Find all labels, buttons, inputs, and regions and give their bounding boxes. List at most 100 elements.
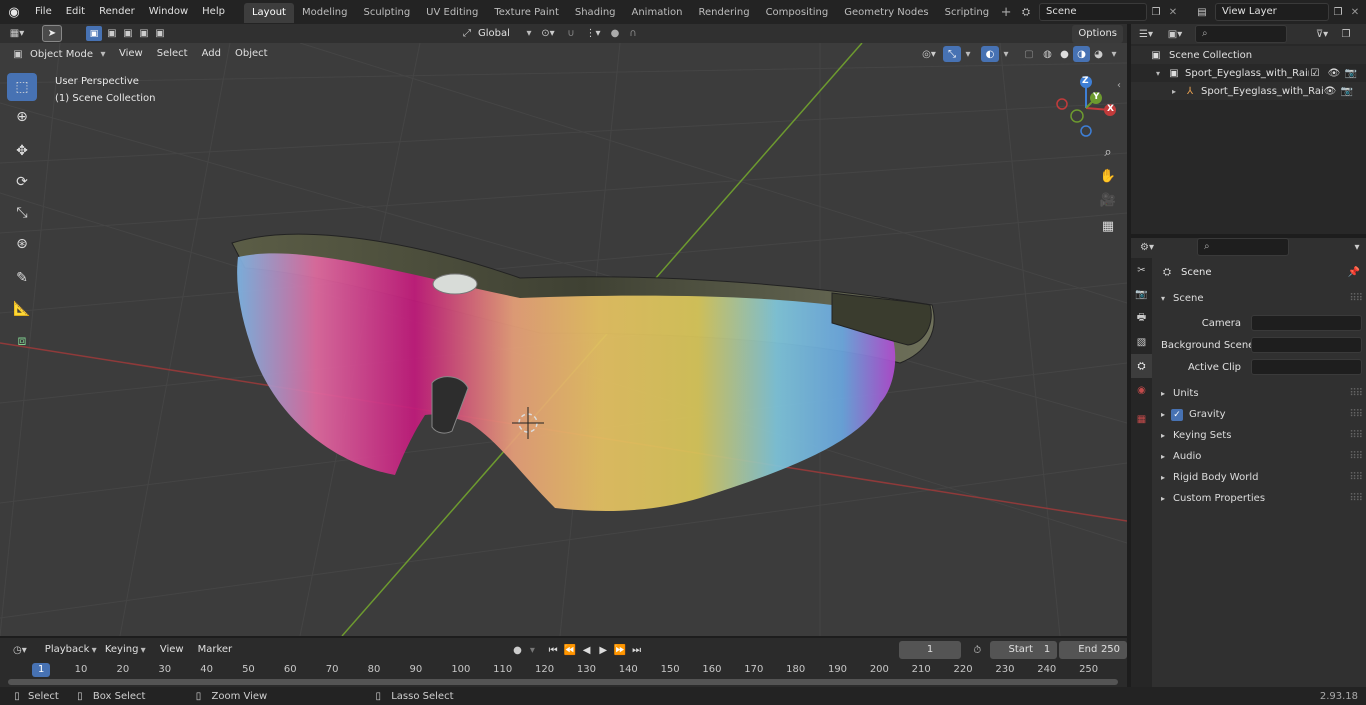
expand-arrow-icon[interactable]: ▸ [1169, 87, 1179, 96]
scale-tool-icon[interactable]: ⤡ [7, 199, 37, 227]
add-cube-tool-icon[interactable]: ⧈ [7, 327, 37, 355]
rendered-shading-icon[interactable]: ◕ [1090, 49, 1107, 60]
move-tool-icon[interactable]: ✥ [7, 137, 37, 165]
3d-viewport[interactable] [0, 43, 1127, 636]
editor-type-icon[interactable]: ▦▾ [0, 28, 34, 39]
viewport-menu-add[interactable]: Add [195, 42, 228, 66]
menu-render[interactable]: Render [92, 0, 142, 24]
snap-icon[interactable]: ∪ [562, 28, 580, 39]
end-frame-field[interactable]: End 250 [1059, 641, 1128, 659]
properties-search-input[interactable]: ⌕ [1197, 238, 1289, 256]
stopwatch-icon[interactable]: ⏱ [967, 645, 987, 656]
timeline-menu-view[interactable]: View [153, 638, 191, 662]
drag-handle-icon[interactable]: ⠿⠿ [1349, 293, 1363, 304]
tab-shading[interactable]: Shading [567, 3, 624, 23]
select-mode-extend-icon[interactable]: ▣ [104, 26, 120, 41]
tab-texture-paint[interactable]: Texture Paint [486, 3, 567, 23]
outliner-row-collection[interactable]: ▾ ▣ Sport_Eyeglass_with_Rainbov ☑ 👁 📷 [1131, 64, 1366, 82]
properties-editor-type-icon[interactable]: ⚙▾ [1131, 242, 1163, 253]
rotate-tool-icon[interactable]: ⟳ [7, 168, 37, 196]
navigation-gizmo[interactable]: Z X Y [1050, 74, 1120, 140]
eyeglass-model[interactable] [231, 233, 935, 511]
drag-handle-icon[interactable]: ⠿⠿ [1349, 472, 1363, 483]
pin-icon[interactable]: 📌 [1346, 267, 1362, 278]
texture-tab-icon[interactable]: ▦ [1131, 402, 1152, 436]
measure-tool-icon[interactable]: 📐 [7, 295, 37, 323]
drag-handle-icon[interactable]: ⠿⠿ [1349, 451, 1363, 462]
output-tab-icon[interactable]: 🖶 [1131, 306, 1152, 330]
units-panel[interactable]: ▸ Units ⠿⠿ [1153, 383, 1363, 404]
zoom-view-icon[interactable]: ⌕ [1097, 141, 1119, 163]
drag-handle-icon[interactable]: ⠿⠿ [1349, 388, 1363, 399]
delete-view-layer-icon[interactable]: ✕ [1347, 7, 1363, 18]
select-mode-subtract-icon[interactable]: ▣ [120, 26, 136, 41]
view-layer-field[interactable]: View Layer [1215, 3, 1329, 21]
current-frame-field[interactable]: 1 [898, 641, 962, 659]
tab-geometry-nodes[interactable]: Geometry Nodes [836, 3, 936, 23]
tab-animation[interactable]: Animation [624, 3, 691, 23]
perspective-toggle-icon[interactable]: ▦ [1097, 215, 1119, 237]
display-mode-icon[interactable]: ▣▾ [1161, 29, 1189, 40]
scene-selector[interactable]: ⛭ Scene ❐ ✕ [1013, 3, 1181, 21]
tab-sculpting[interactable]: Sculpting [355, 3, 418, 23]
jump-next-keyframe-icon[interactable]: ⏩ [612, 645, 629, 656]
pan-view-icon[interactable]: ✋ [1097, 165, 1119, 187]
gravity-panel[interactable]: ▸ ✓ Gravity ⠿⠿ [1153, 404, 1363, 425]
viewport-menu-view[interactable]: View [112, 42, 150, 66]
camera-render-icon[interactable]: 📷 [1343, 68, 1359, 79]
chevron-down-icon[interactable]: ▾ [961, 49, 975, 60]
material-shading-icon[interactable]: ◑ [1073, 46, 1090, 62]
select-tool-icon[interactable]: ➤ [42, 25, 62, 42]
background-scene-field[interactable] [1251, 337, 1362, 353]
cursor-tool-icon[interactable]: ⊕ [7, 103, 37, 131]
new-view-layer-icon[interactable]: ❐ [1329, 7, 1347, 18]
select-mode-new-icon[interactable]: ▣ [86, 26, 102, 41]
delete-scene-icon[interactable]: ✕ [1165, 7, 1181, 18]
tab-modeling[interactable]: Modeling [294, 3, 356, 23]
options-dropdown[interactable]: Options [1072, 24, 1123, 43]
start-frame-field[interactable]: Start 1 [989, 641, 1058, 659]
menu-window[interactable]: Window [142, 0, 195, 24]
scene-panel-header[interactable]: ▾ Scene ⠿⠿ [1153, 288, 1363, 309]
select-box-tool-icon[interactable]: ⬚ [7, 73, 37, 101]
render-tab-icon[interactable]: 📷 [1131, 282, 1152, 306]
play-reverse-icon[interactable]: ◀ [578, 645, 595, 656]
scene-name-field[interactable]: Scene [1039, 3, 1147, 21]
menu-file[interactable]: File [28, 0, 59, 24]
new-scene-icon[interactable]: ❐ [1147, 7, 1165, 18]
menu-edit[interactable]: Edit [59, 0, 92, 24]
tab-scripting[interactable]: Scripting [937, 3, 997, 23]
timeline-menu-playback[interactable]: Playback [38, 638, 97, 662]
tool-tab-icon[interactable]: ✂ [1131, 258, 1152, 282]
custom-properties-panel[interactable]: ▸ Custom Properties ⠿⠿ [1153, 488, 1363, 509]
active-clip-field[interactable] [1251, 359, 1362, 375]
filter-icon[interactable]: ⊽▾ [1307, 29, 1337, 40]
outliner-row-root[interactable]: ▣ Scene Collection [1131, 46, 1366, 64]
outliner-row-object[interactable]: ▸ ⅄ Sport_Eyeglass_with_Rai 👁 📷 [1131, 82, 1366, 100]
world-tab-icon[interactable]: ◉ [1131, 378, 1152, 402]
wireframe-shading-icon[interactable]: ◍ [1039, 49, 1056, 60]
timeline-scrollbar[interactable] [8, 679, 1118, 685]
select-mode-intersect-icon[interactable]: ▣ [152, 26, 168, 41]
pivot-point-icon[interactable]: ⊙▾ [534, 28, 562, 39]
eye-icon[interactable]: 👁 [1325, 68, 1343, 79]
drag-handle-icon[interactable]: ⠿⠿ [1349, 430, 1363, 441]
snap-target-icon[interactable]: ⋮▾ [580, 28, 606, 39]
view-layer-tab-icon[interactable]: ▧ [1131, 330, 1152, 354]
outliner-search-input[interactable]: ⌕ [1195, 25, 1287, 43]
audio-panel[interactable]: ▸ Audio ⠿⠿ [1153, 446, 1363, 467]
timeline-ruler[interactable]: 1 10 20 30 40 50 60 70 80 90 100 110 120 130 140 150 160… [0, 660, 1127, 688]
viewport-menu-object[interactable]: Object [228, 42, 275, 66]
transform-orientation-dropdown[interactable]: Global [476, 28, 524, 39]
gravity-checkbox[interactable]: ✓ [1171, 408, 1183, 421]
timeline-editor-type-icon[interactable]: ◷▾ [6, 645, 34, 656]
expand-arrow-icon[interactable]: ▾ [1153, 69, 1163, 78]
jump-end-icon[interactable]: ⏭ [628, 645, 645, 656]
new-collection-icon[interactable]: ❐ [1337, 29, 1355, 40]
falloff-icon[interactable]: ∩ [624, 28, 642, 39]
drag-handle-icon[interactable]: ⠿⠿ [1349, 493, 1363, 504]
keying-sets-panel[interactable]: ▸ Keying Sets ⠿⠿ [1153, 425, 1363, 446]
drag-handle-icon[interactable]: ⠿⠿ [1349, 409, 1363, 420]
play-icon[interactable]: ▶ [595, 645, 612, 656]
auto-keying-icon[interactable]: ● [509, 645, 526, 656]
